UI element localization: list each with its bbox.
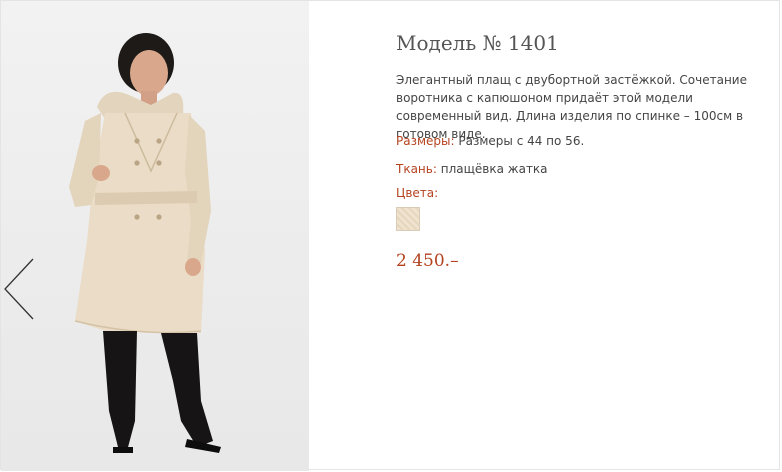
color-swatch-beige[interactable] — [396, 207, 420, 231]
sizes-label: Размеры: — [396, 134, 455, 148]
fabric-row: Ткань: плащёвка жатка — [396, 161, 548, 177]
fabric-label: Ткань: — [396, 162, 437, 176]
sizes-value: Размеры с 44 по 56. — [458, 134, 585, 148]
colors-label: Цвета: — [396, 186, 439, 200]
fabric-value: плащёвка жатка — [440, 162, 548, 176]
product-photo[interactable] — [1, 1, 309, 471]
product-title: Модель № 1401 — [396, 31, 559, 55]
product-price: 2 450.– — [396, 251, 459, 271]
prev-image-button[interactable] — [3, 257, 37, 321]
chevron-left-icon — [4, 258, 34, 320]
colors-row: Цвета: — [396, 185, 438, 201]
product-card: Модель № 1401 Элегантный плащ с двубортн… — [0, 0, 780, 471]
sizes-row: Размеры: Размеры с 44 по 56. — [396, 133, 584, 149]
model-figure-illustration — [69, 33, 221, 453]
